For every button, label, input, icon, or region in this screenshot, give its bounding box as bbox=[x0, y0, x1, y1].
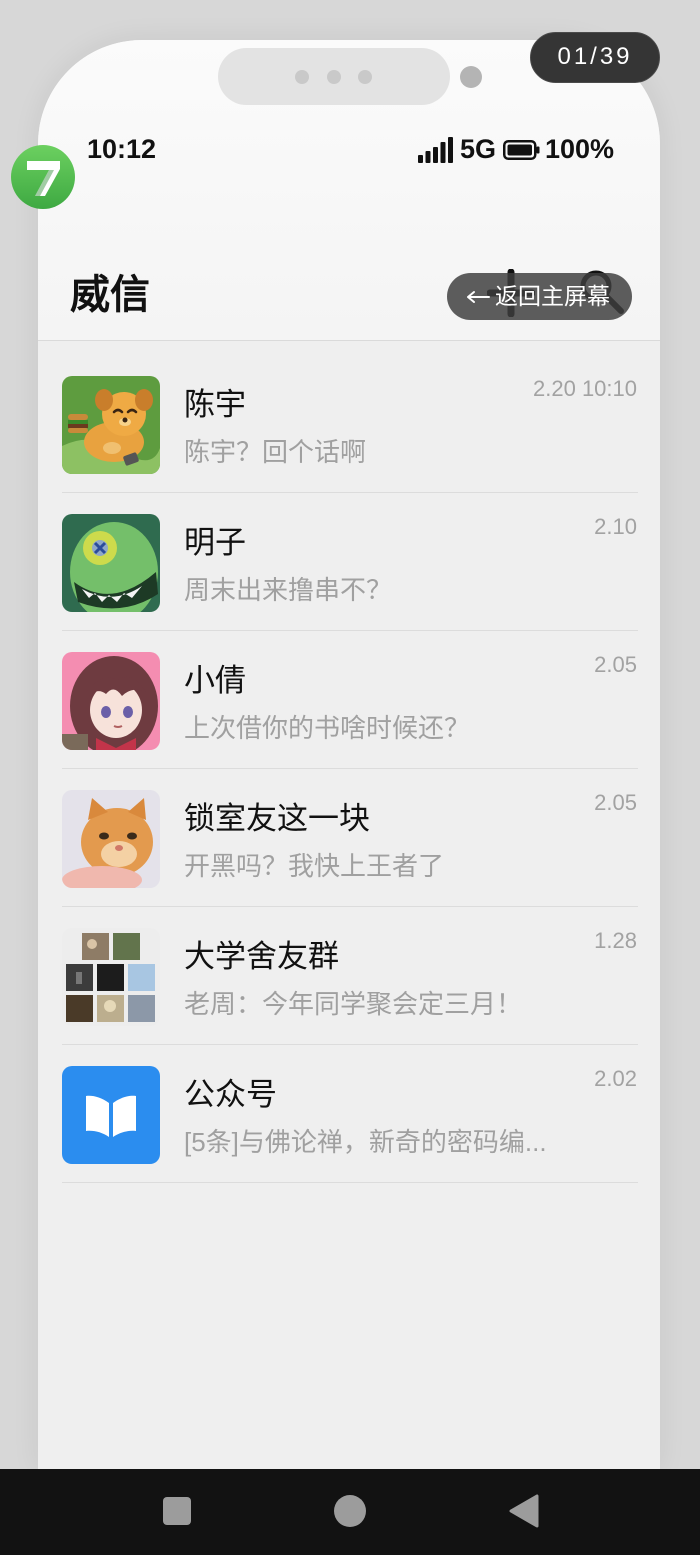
chat-time: 2.20 10:10 bbox=[533, 376, 637, 401]
island-dot bbox=[358, 70, 372, 84]
navigation-bar bbox=[0, 1469, 700, 1555]
page-title: 威信 bbox=[70, 273, 150, 317]
chat-time: 2.05 bbox=[594, 652, 637, 677]
avatar-image bbox=[62, 790, 160, 888]
chat-preview: 老周：今年同学聚会定三月！ bbox=[184, 989, 523, 1019]
book-icon bbox=[62, 1066, 160, 1164]
chat-list-item[interactable]: 大学舍友群 老周：今年同学聚会定三月！ 1.28 bbox=[38, 907, 660, 1045]
avatar-image bbox=[62, 514, 160, 612]
avatar-image bbox=[62, 652, 160, 750]
back-to-home-button[interactable]: 返回主屏幕 bbox=[447, 273, 632, 320]
camera-icon bbox=[460, 66, 482, 88]
dynamic-island bbox=[218, 48, 450, 105]
chat-time: 2.02 bbox=[594, 1066, 637, 1091]
group-avatar bbox=[62, 928, 160, 1026]
chat-preview: [5条]与佛论禅，新奇的密码编... bbox=[184, 1127, 547, 1157]
chat-name: 明子 bbox=[184, 525, 246, 560]
avatar bbox=[62, 1066, 160, 1164]
network-type: 5G bbox=[460, 134, 497, 164]
island-dot bbox=[327, 70, 341, 84]
chat-preview: 开黑吗？我快上王者了 bbox=[184, 851, 445, 881]
chat-preview: 陈宇？回个话啊 bbox=[184, 437, 367, 467]
recent-apps-icon[interactable] bbox=[163, 1497, 191, 1525]
chat-list: 陈宇 陈宇？回个话啊 2.20 10:10 明子 周末出来撸串不？ 2.10 小… bbox=[38, 355, 660, 1183]
status-time: 10:12 bbox=[87, 134, 157, 164]
chat-name: 陈宇 bbox=[184, 387, 246, 422]
chat-list-item[interactable]: 锁室友这一块 开黑吗？我快上王者了 2.05 bbox=[38, 769, 660, 907]
chat-preview: 上次借你的书啥时候还？ bbox=[184, 713, 471, 743]
phone-screen: 10:12 5G 100% 威信 返回主屏幕 陈宇 陈宇？回个话啊 2.20 1… bbox=[38, 40, 660, 1469]
avatar bbox=[62, 376, 160, 474]
chat-list-item[interactable]: 陈宇 陈宇？回个话啊 2.20 10:10 bbox=[38, 355, 660, 493]
avatar bbox=[62, 514, 160, 612]
avatar bbox=[62, 652, 160, 750]
chat-time: 2.05 bbox=[594, 790, 637, 815]
page-counter: 01/39 bbox=[530, 32, 660, 83]
chat-name: 公众号 bbox=[184, 1077, 277, 1112]
chat-name: 大学舍友群 bbox=[184, 939, 339, 974]
signal-icon bbox=[418, 137, 453, 163]
arrow-left-icon bbox=[467, 291, 490, 303]
chat-time: 1.28 bbox=[594, 928, 637, 953]
chat-name: 锁室友这一块 bbox=[184, 801, 370, 836]
app-logo-icon bbox=[11, 145, 75, 209]
chat-time: 2.10 bbox=[594, 514, 637, 539]
home-icon[interactable] bbox=[334, 1495, 366, 1527]
back-to-home-label: 返回主屏幕 bbox=[495, 283, 610, 309]
battery-percent: 100% bbox=[545, 134, 615, 164]
back-icon[interactable] bbox=[508, 1494, 540, 1528]
chat-list-item[interactable]: 明子 周末出来撸串不？ 2.10 bbox=[38, 493, 660, 631]
chat-name: 小倩 bbox=[184, 663, 246, 698]
battery-icon bbox=[503, 140, 540, 160]
chat-list-item[interactable]: 小倩 上次借你的书啥时候还？ 2.05 bbox=[38, 631, 660, 769]
chat-list-item[interactable]: 公众号 [5条]与佛论禅，新奇的密码编... 2.02 bbox=[38, 1045, 660, 1183]
avatar-image bbox=[62, 376, 160, 474]
island-dot bbox=[295, 70, 309, 84]
avatar bbox=[62, 790, 160, 888]
avatar-image bbox=[62, 928, 160, 1026]
chat-preview: 周末出来撸串不？ bbox=[184, 575, 393, 605]
